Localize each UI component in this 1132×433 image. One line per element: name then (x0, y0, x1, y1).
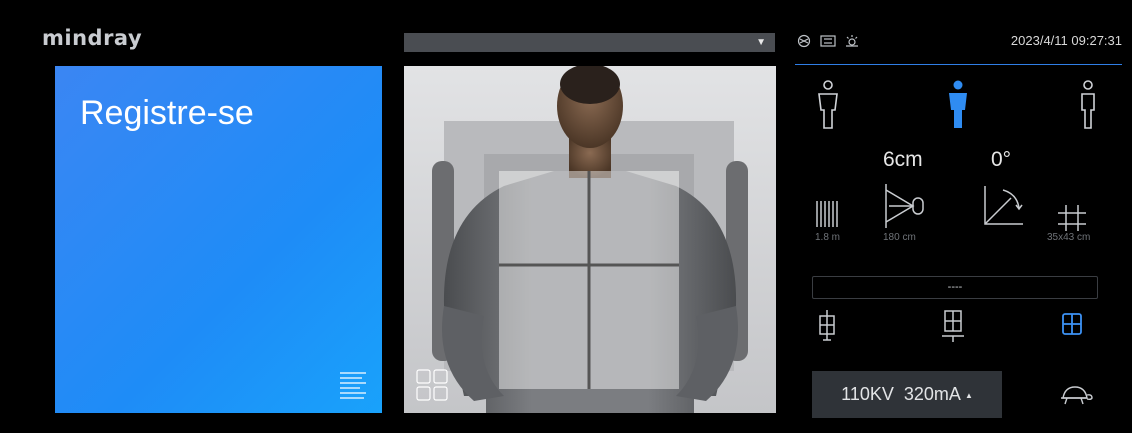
turtle-slow-mode-icon[interactable] (1059, 384, 1093, 406)
exposure-parameters-button[interactable]: 110KV 320mA ▲ (812, 371, 1002, 418)
grid-label: 1.8 m (815, 232, 841, 243)
grid-icon[interactable] (815, 199, 841, 229)
datetime: 2023/4/11 09:27:31 (1010, 33, 1122, 48)
mindray-logo: mindray (42, 26, 143, 50)
tube-angle-icon[interactable] (981, 184, 1025, 228)
detector-status-text: ---- (947, 281, 963, 293)
protocol-dropdown[interactable]: ▼ (404, 33, 775, 52)
sid-label: 180 cm (883, 232, 916, 243)
height-readout: 6cm (883, 148, 923, 171)
field-size-icon[interactable] (1057, 204, 1087, 232)
header-divider (795, 64, 1122, 65)
control-panel: 2023/4/11 09:27:31 6cm 0° 1.8 m 180 cm 3… (795, 24, 1122, 433)
kv-value: 110KV (841, 384, 894, 404)
caret-up-icon: ▲ (964, 390, 973, 400)
image-layout-icon[interactable] (416, 369, 448, 401)
register-title: Registre-se (80, 94, 254, 132)
standing-right-icon[interactable] (1075, 80, 1101, 132)
status-icons (797, 34, 859, 48)
field-size-label: 35x43 cm (1047, 232, 1091, 243)
sid-icon[interactable] (883, 182, 929, 230)
collimator-light-icon (846, 35, 858, 47)
angle-readout: 0° (991, 148, 1012, 171)
detector-table-icon[interactable] (941, 309, 965, 343)
standing-left-icon[interactable] (815, 80, 841, 132)
network-icon (797, 34, 811, 48)
storage-icon (820, 35, 836, 47)
detector-status-bar[interactable]: ---- (812, 276, 1098, 299)
chevron-down-icon: ▼ (756, 37, 766, 48)
detector-portable-icon[interactable] (1061, 312, 1083, 336)
worklist-icon[interactable] (338, 370, 368, 400)
register-tile[interactable]: Registre-se (55, 66, 382, 413)
detector-wall-stand-icon[interactable] (817, 309, 837, 341)
ma-value: 320mA (903, 384, 960, 404)
standing-selected-icon[interactable] (945, 80, 971, 132)
exam-preview (404, 66, 776, 413)
patient-model-image (404, 66, 776, 413)
exposure-parameters: 110KV 320mA ▲ (812, 384, 1002, 405)
